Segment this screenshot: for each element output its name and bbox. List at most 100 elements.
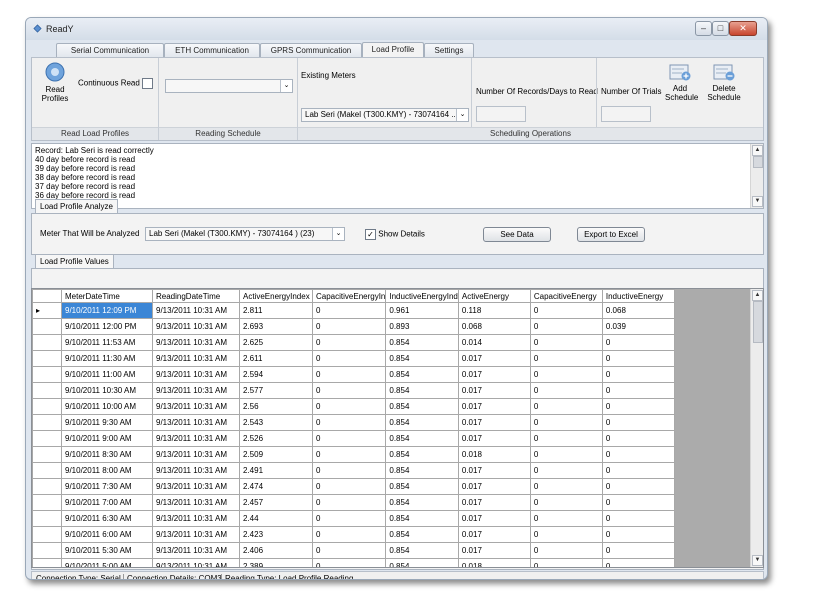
- table-cell[interactable]: 0.854: [385, 462, 459, 479]
- table-cell[interactable]: 0: [311, 446, 387, 463]
- table-cell[interactable]: 9/10/2011 9:30 AM: [61, 414, 153, 431]
- row-header[interactable]: [32, 542, 62, 559]
- records-input[interactable]: [476, 106, 526, 122]
- table-row[interactable]: 9/10/2011 6:00 AM 9/13/2011 10:31 AM 2.423…: [32, 526, 675, 543]
- show-details-checkbox[interactable]: ✓ Show Details: [365, 229, 425, 240]
- read-profiles-button[interactable]: Read Profiles: [38, 61, 72, 111]
- table-cell[interactable]: 0: [529, 382, 603, 399]
- row-header[interactable]: [32, 430, 62, 447]
- table-cell[interactable]: 9/13/2011 10:31 AM: [152, 510, 240, 527]
- delete-schedule-button[interactable]: Delete Schedule: [704, 62, 744, 102]
- table-cell[interactable]: 0.854: [385, 510, 459, 527]
- table-cell[interactable]: 2.44: [239, 510, 313, 527]
- table-cell[interactable]: 0: [529, 462, 603, 479]
- table-cell[interactable]: 0.854: [385, 398, 459, 415]
- table-cell[interactable]: 9/10/2011 11:00 AM: [61, 366, 153, 383]
- row-header[interactable]: [32, 510, 62, 527]
- table-cell[interactable]: 0: [311, 558, 387, 567]
- table-cell[interactable]: 0: [311, 542, 387, 559]
- scroll-up-icon[interactable]: ▲: [752, 290, 763, 301]
- minimize-button[interactable]: –: [695, 21, 712, 36]
- table-cell[interactable]: 0: [529, 318, 603, 335]
- trials-input[interactable]: [601, 106, 651, 122]
- table-cell[interactable]: 0.854: [385, 558, 459, 567]
- table-cell[interactable]: 9/13/2011 10:31 AM: [152, 526, 240, 543]
- table-cell[interactable]: 0.017: [457, 542, 531, 559]
- table-cell[interactable]: 9/13/2011 10:31 AM: [152, 382, 240, 399]
- table-row[interactable]: 9/10/2011 7:30 AM 9/13/2011 10:31 AM 2.474…: [32, 478, 675, 495]
- chevron-down-icon[interactable]: ⌄: [332, 228, 344, 240]
- table-cell[interactable]: 9/13/2011 10:31 AM: [152, 542, 240, 559]
- table-cell[interactable]: 9/13/2011 10:31 AM: [152, 350, 240, 367]
- table-cell[interactable]: 9/13/2011 10:31 AM: [152, 414, 240, 431]
- table-cell[interactable]: 0.018: [457, 446, 531, 463]
- table-cell[interactable]: 0: [529, 430, 603, 447]
- table-cell[interactable]: 0: [601, 382, 675, 399]
- table-cell[interactable]: 0.039: [601, 318, 675, 335]
- table-cell[interactable]: 9/13/2011 10:31 AM: [152, 334, 240, 351]
- table-cell[interactable]: 2.594: [239, 366, 313, 383]
- table-row[interactable]: 9/10/2011 11:53 AM 9/13/2011 10:31 AM 2.62…: [32, 334, 675, 351]
- column-header[interactable]: MeterDateTime: [61, 289, 153, 303]
- column-header[interactable]: ActiveEnergyIndex: [239, 289, 313, 303]
- table-cell[interactable]: 0: [601, 478, 675, 495]
- table-cell[interactable]: 9/10/2011 6:00 AM: [61, 526, 153, 543]
- table-cell[interactable]: 2.526: [239, 430, 313, 447]
- table-cell[interactable]: 9/13/2011 10:31 AM: [152, 366, 240, 383]
- table-cell[interactable]: 0: [311, 382, 387, 399]
- table-cell[interactable]: 9/13/2011 10:31 AM: [152, 318, 240, 335]
- table-cell[interactable]: 0.017: [457, 494, 531, 511]
- table-cell[interactable]: 9/13/2011 10:31 AM: [152, 430, 240, 447]
- table-cell[interactable]: 2.474: [239, 478, 313, 495]
- table-cell[interactable]: 0: [601, 398, 675, 415]
- show-details-box[interactable]: ✓: [365, 229, 376, 240]
- table-cell[interactable]: 0: [529, 510, 603, 527]
- table-cell[interactable]: 0.854: [385, 334, 459, 351]
- table-cell[interactable]: 0.893: [385, 318, 459, 335]
- table-cell[interactable]: 0.854: [385, 494, 459, 511]
- table-cell[interactable]: 0: [529, 494, 603, 511]
- schedule-combo[interactable]: ⌄: [165, 79, 293, 93]
- table-row[interactable]: ▸ 9/10/2011 12:09 PM 9/13/2011 10:31 AM 2.8…: [32, 302, 675, 319]
- chevron-down-icon[interactable]: ⌄: [456, 109, 468, 121]
- table-cell[interactable]: 9/13/2011 10:31 AM: [152, 398, 240, 415]
- table-cell[interactable]: 9/10/2011 12:09 PM: [61, 302, 153, 319]
- table-cell[interactable]: 0.017: [457, 414, 531, 431]
- table-cell[interactable]: 0: [529, 398, 603, 415]
- table-row[interactable]: 9/10/2011 9:30 AM 9/13/2011 10:31 AM 2.543…: [32, 414, 675, 431]
- table-cell[interactable]: 9/13/2011 10:31 AM: [152, 478, 240, 495]
- table-cell[interactable]: 0: [529, 302, 603, 319]
- table-cell[interactable]: 9/10/2011 12:00 PM: [61, 318, 153, 335]
- table-row[interactable]: 9/10/2011 6:30 AM 9/13/2011 10:31 AM 2.44 0…: [32, 510, 675, 527]
- tab-eth-communication[interactable]: ETH Communication: [164, 43, 260, 57]
- table-cell[interactable]: 0.017: [457, 526, 531, 543]
- row-header[interactable]: [32, 366, 62, 383]
- table-cell[interactable]: 0: [601, 542, 675, 559]
- table-row[interactable]: 9/10/2011 5:30 AM 9/13/2011 10:31 AM 2.406…: [32, 542, 675, 559]
- table-cell[interactable]: 0: [311, 318, 387, 335]
- table-cell[interactable]: 0: [311, 334, 387, 351]
- column-header[interactable]: InductiveEnergy: [601, 289, 675, 303]
- table-cell[interactable]: 9/13/2011 10:31 AM: [152, 494, 240, 511]
- tab-gprs-communication[interactable]: GPRS Communication: [260, 43, 362, 57]
- table-cell[interactable]: 9/10/2011 7:00 AM: [61, 494, 153, 511]
- table-cell[interactable]: 0.068: [601, 302, 675, 319]
- table-cell[interactable]: 9/10/2011 5:00 AM: [61, 558, 153, 567]
- table-cell[interactable]: 2.543: [239, 414, 313, 431]
- table-cell[interactable]: 0.068: [457, 318, 531, 335]
- table-cell[interactable]: 9/10/2011 11:30 AM: [61, 350, 153, 367]
- table-cell[interactable]: 0.014: [457, 334, 531, 351]
- table-cell[interactable]: 2.56: [239, 398, 313, 415]
- table-cell[interactable]: 9/10/2011 6:30 AM: [61, 510, 153, 527]
- row-header[interactable]: [32, 478, 62, 495]
- table-row[interactable]: 9/10/2011 11:30 AM 9/13/2011 10:31 AM 2.61…: [32, 350, 675, 367]
- table-cell[interactable]: 0: [311, 302, 387, 319]
- table-cell[interactable]: 0: [601, 414, 675, 431]
- row-header[interactable]: [32, 494, 62, 511]
- table-cell[interactable]: 0: [601, 430, 675, 447]
- table-row[interactable]: 9/10/2011 8:30 AM 9/13/2011 10:31 AM 2.509…: [32, 446, 675, 463]
- table-cell[interactable]: 0: [601, 334, 675, 351]
- table-cell[interactable]: 0: [601, 510, 675, 527]
- table-cell[interactable]: 0.017: [457, 366, 531, 383]
- scroll-down-icon[interactable]: ▼: [752, 196, 763, 207]
